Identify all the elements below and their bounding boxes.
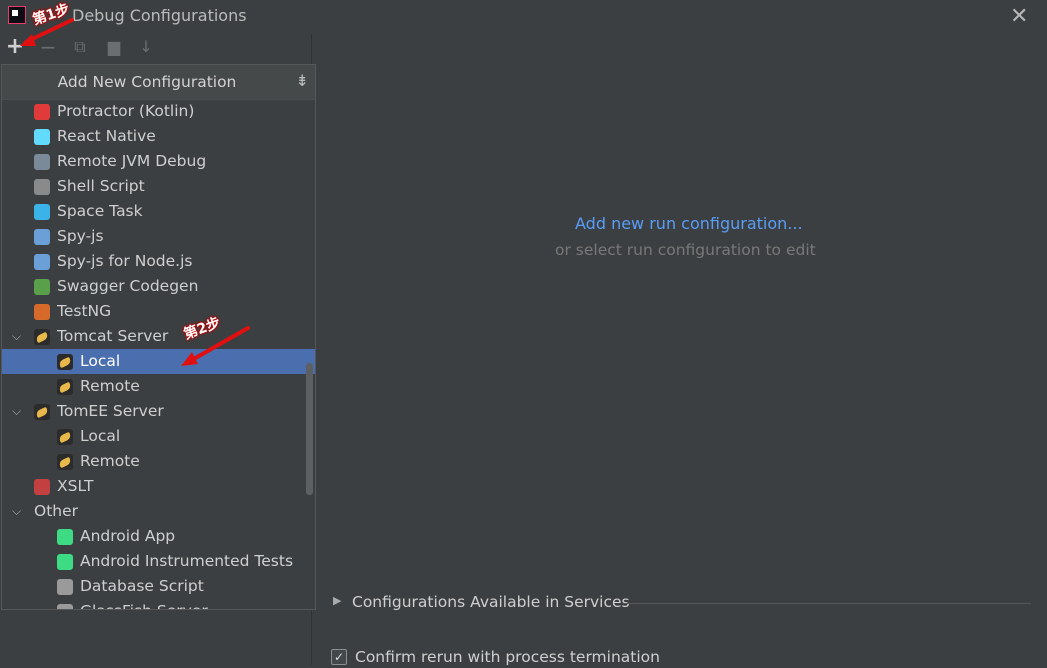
add-configuration-button[interactable]: + — [5, 36, 25, 58]
config-type-label: React Native — [57, 127, 156, 145]
window-title: Debug Configurations — [72, 6, 247, 25]
confirm-rerun-checkbox[interactable]: ✓ — [331, 649, 347, 665]
confirm-rerun-label: Confirm rerun with process termination — [355, 648, 660, 666]
react-icon — [34, 129, 50, 145]
config-type-item[interactable]: ⌵ TomEE Server — [2, 399, 315, 424]
config-type-label: Database Script — [80, 577, 204, 595]
config-type-item[interactable]: XSLT — [2, 474, 315, 499]
config-type-item[interactable]: Database Script — [2, 574, 315, 599]
space-icon — [34, 204, 50, 220]
tomee-remote-icon — [57, 454, 73, 470]
config-type-item[interactable]: Shell Script — [2, 174, 315, 199]
tomcat-local-icon — [57, 354, 73, 370]
config-type-item[interactable]: Spy-js — [2, 224, 315, 249]
popup-header: Add New Configuration ⇟ — [2, 65, 315, 100]
config-type-label: Protractor (Kotlin) — [57, 102, 195, 120]
popup-title: Add New Configuration — [57, 73, 237, 91]
protractor-icon — [34, 104, 50, 120]
android-icon — [57, 529, 73, 545]
config-type-label: Android Instrumented Tests — [80, 552, 294, 570]
config-type-label: Android App — [80, 527, 176, 545]
expand-triangle-icon[interactable]: ▶ — [333, 594, 341, 607]
config-type-item[interactable]: Local — [2, 424, 315, 449]
expand-chevron-icon[interactable]: ⌵ — [12, 324, 26, 349]
glassfish-icon — [57, 604, 73, 609]
sort-configurations-button[interactable]: ↓ — [136, 36, 156, 58]
configuration-type-list: Protractor (Kotlin) React Native Remote JV… — [2, 99, 315, 609]
config-type-item[interactable]: ⌵ GlassFish Server — [2, 599, 315, 609]
config-type-item[interactable]: Android Instrumented Tests — [2, 549, 315, 574]
expand-chevron-icon[interactable]: ⌵ — [12, 399, 26, 424]
config-type-label: Local — [80, 352, 121, 370]
config-type-item[interactable]: Remote JVM Debug — [2, 149, 315, 174]
config-type-label: Tomcat Server — [57, 327, 169, 345]
remote-debug-icon — [34, 154, 50, 170]
config-type-item[interactable]: ⌵ Tomcat Server — [2, 324, 315, 349]
config-type-label: Other — [34, 502, 79, 520]
tomcat-remote-icon — [57, 379, 73, 395]
testng-icon — [34, 304, 50, 320]
remove-configuration-button[interactable]: − — [38, 36, 58, 58]
swagger-icon — [34, 279, 50, 295]
services-separator — [623, 603, 1031, 604]
config-type-label: Spy-js — [57, 227, 104, 245]
config-type-item[interactable]: Remote — [2, 374, 315, 399]
title-bar: Debug Configurations ✕ — [0, 0, 1047, 34]
select-configuration-hint: or select run configuration to edit — [555, 241, 816, 259]
config-type-label: TomEE Server — [57, 402, 164, 420]
shell-icon — [34, 179, 50, 195]
tomcat-icon — [34, 329, 50, 345]
collapse-all-icon[interactable]: ⇟ — [296, 71, 309, 90]
intellij-app-icon — [8, 6, 26, 24]
config-type-item[interactable]: Swagger Codegen — [2, 274, 315, 299]
config-type-item[interactable]: Android App — [2, 524, 315, 549]
config-type-item[interactable]: Spy-js for Node.js — [2, 249, 315, 274]
popup-scrollbar[interactable] — [306, 363, 313, 495]
config-type-label: Space Task — [57, 202, 143, 220]
expand-chevron-icon[interactable]: ⌵ — [12, 499, 26, 524]
spy-node-icon — [34, 254, 50, 270]
close-icon[interactable]: ✕ — [1010, 4, 1028, 29]
config-type-label: Spy-js for Node.js — [57, 252, 193, 270]
config-type-label: Remote — [80, 452, 140, 470]
config-type-item[interactable]: React Native — [2, 124, 315, 149]
config-toolbar: + − ⧉ ▆ ↓ — [0, 36, 300, 60]
config-type-label: Shell Script — [57, 177, 145, 195]
config-type-item[interactable]: Local — [2, 349, 315, 374]
config-type-label: Swagger Codegen — [57, 277, 199, 295]
add-new-configuration-popup: Add New Configuration ⇟ Protractor (Kotl… — [1, 64, 316, 610]
config-type-label: Remote JVM Debug — [57, 152, 207, 170]
database-icon — [57, 579, 73, 595]
tomee-local-icon — [57, 429, 73, 445]
config-type-item[interactable]: Space Task — [2, 199, 315, 224]
config-type-label: Local — [80, 427, 121, 445]
services-label: Configurations Available in Services — [352, 593, 630, 611]
config-type-item[interactable]: Remote — [2, 449, 315, 474]
copy-configuration-button[interactable]: ⧉ — [70, 36, 90, 58]
services-section[interactable]: ▶ Configurations Available in Services — [333, 593, 1031, 613]
spy-icon — [34, 229, 50, 245]
config-type-item[interactable]: Protractor (Kotlin) — [2, 99, 315, 124]
config-type-label: TestNG — [57, 302, 112, 320]
xslt-icon — [34, 479, 50, 495]
config-type-label: GlassFish Server — [80, 599, 208, 609]
config-type-item[interactable]: ⌵ Other — [2, 499, 315, 524]
config-type-item[interactable]: TestNG — [2, 299, 315, 324]
android-test-icon — [57, 554, 73, 570]
move-to-folder-button[interactable]: ▆ — [104, 36, 124, 58]
expand-chevron-icon[interactable]: ⌵ — [34, 599, 48, 609]
config-type-label: Remote — [80, 377, 140, 395]
tomee-icon — [34, 404, 50, 420]
add-new-run-configuration-link[interactable]: Add new run configuration... — [575, 214, 803, 233]
config-type-label: XSLT — [57, 477, 94, 495]
